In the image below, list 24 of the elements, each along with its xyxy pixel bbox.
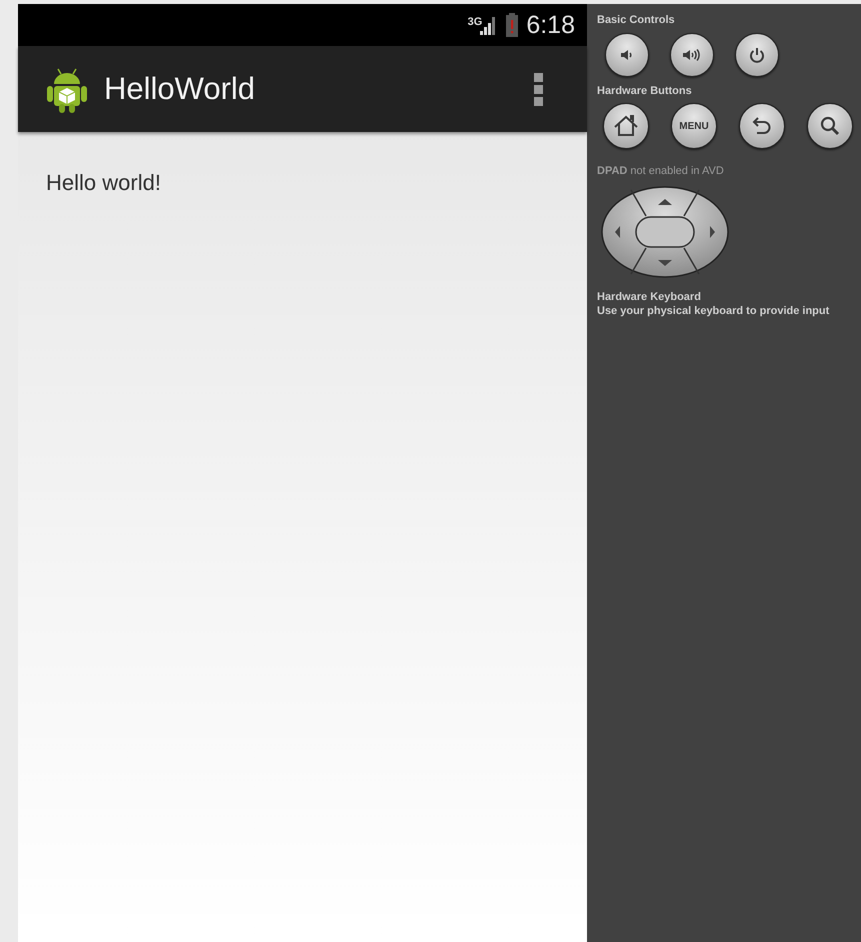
house-icon (613, 114, 639, 138)
section-title: Basic Controls (597, 13, 676, 28)
hello-text: Hello world! (46, 170, 161, 195)
menu-button[interactable]: MENU (671, 103, 717, 149)
search-icon (819, 115, 841, 137)
back-arrow-icon (751, 115, 773, 137)
section-title: Hardware Buttons (597, 84, 693, 98)
overflow-menu-button[interactable] (532, 70, 545, 108)
section-title: Hardware Keyboard (597, 290, 702, 304)
volume-down-button[interactable] (605, 32, 649, 76)
network-type: 3G (468, 17, 482, 28)
menu-dots-icon (534, 72, 543, 106)
keyboard-hint: Use your physical keyboard to provide input (597, 304, 830, 318)
battery-alert-icon (506, 13, 518, 37)
back-button[interactable] (739, 103, 785, 149)
power-button[interactable] (735, 32, 779, 76)
volume-up-button[interactable] (670, 32, 714, 76)
power-icon (748, 46, 766, 64)
app-title: HelloWorld (104, 70, 256, 108)
speaker-loud-icon (682, 46, 702, 62)
clock: 6:18 (526, 12, 575, 38)
search-button[interactable] (807, 103, 853, 149)
home-button[interactable] (603, 103, 649, 149)
dpad-status-text: DPAD not enabled in AVD (597, 164, 725, 179)
